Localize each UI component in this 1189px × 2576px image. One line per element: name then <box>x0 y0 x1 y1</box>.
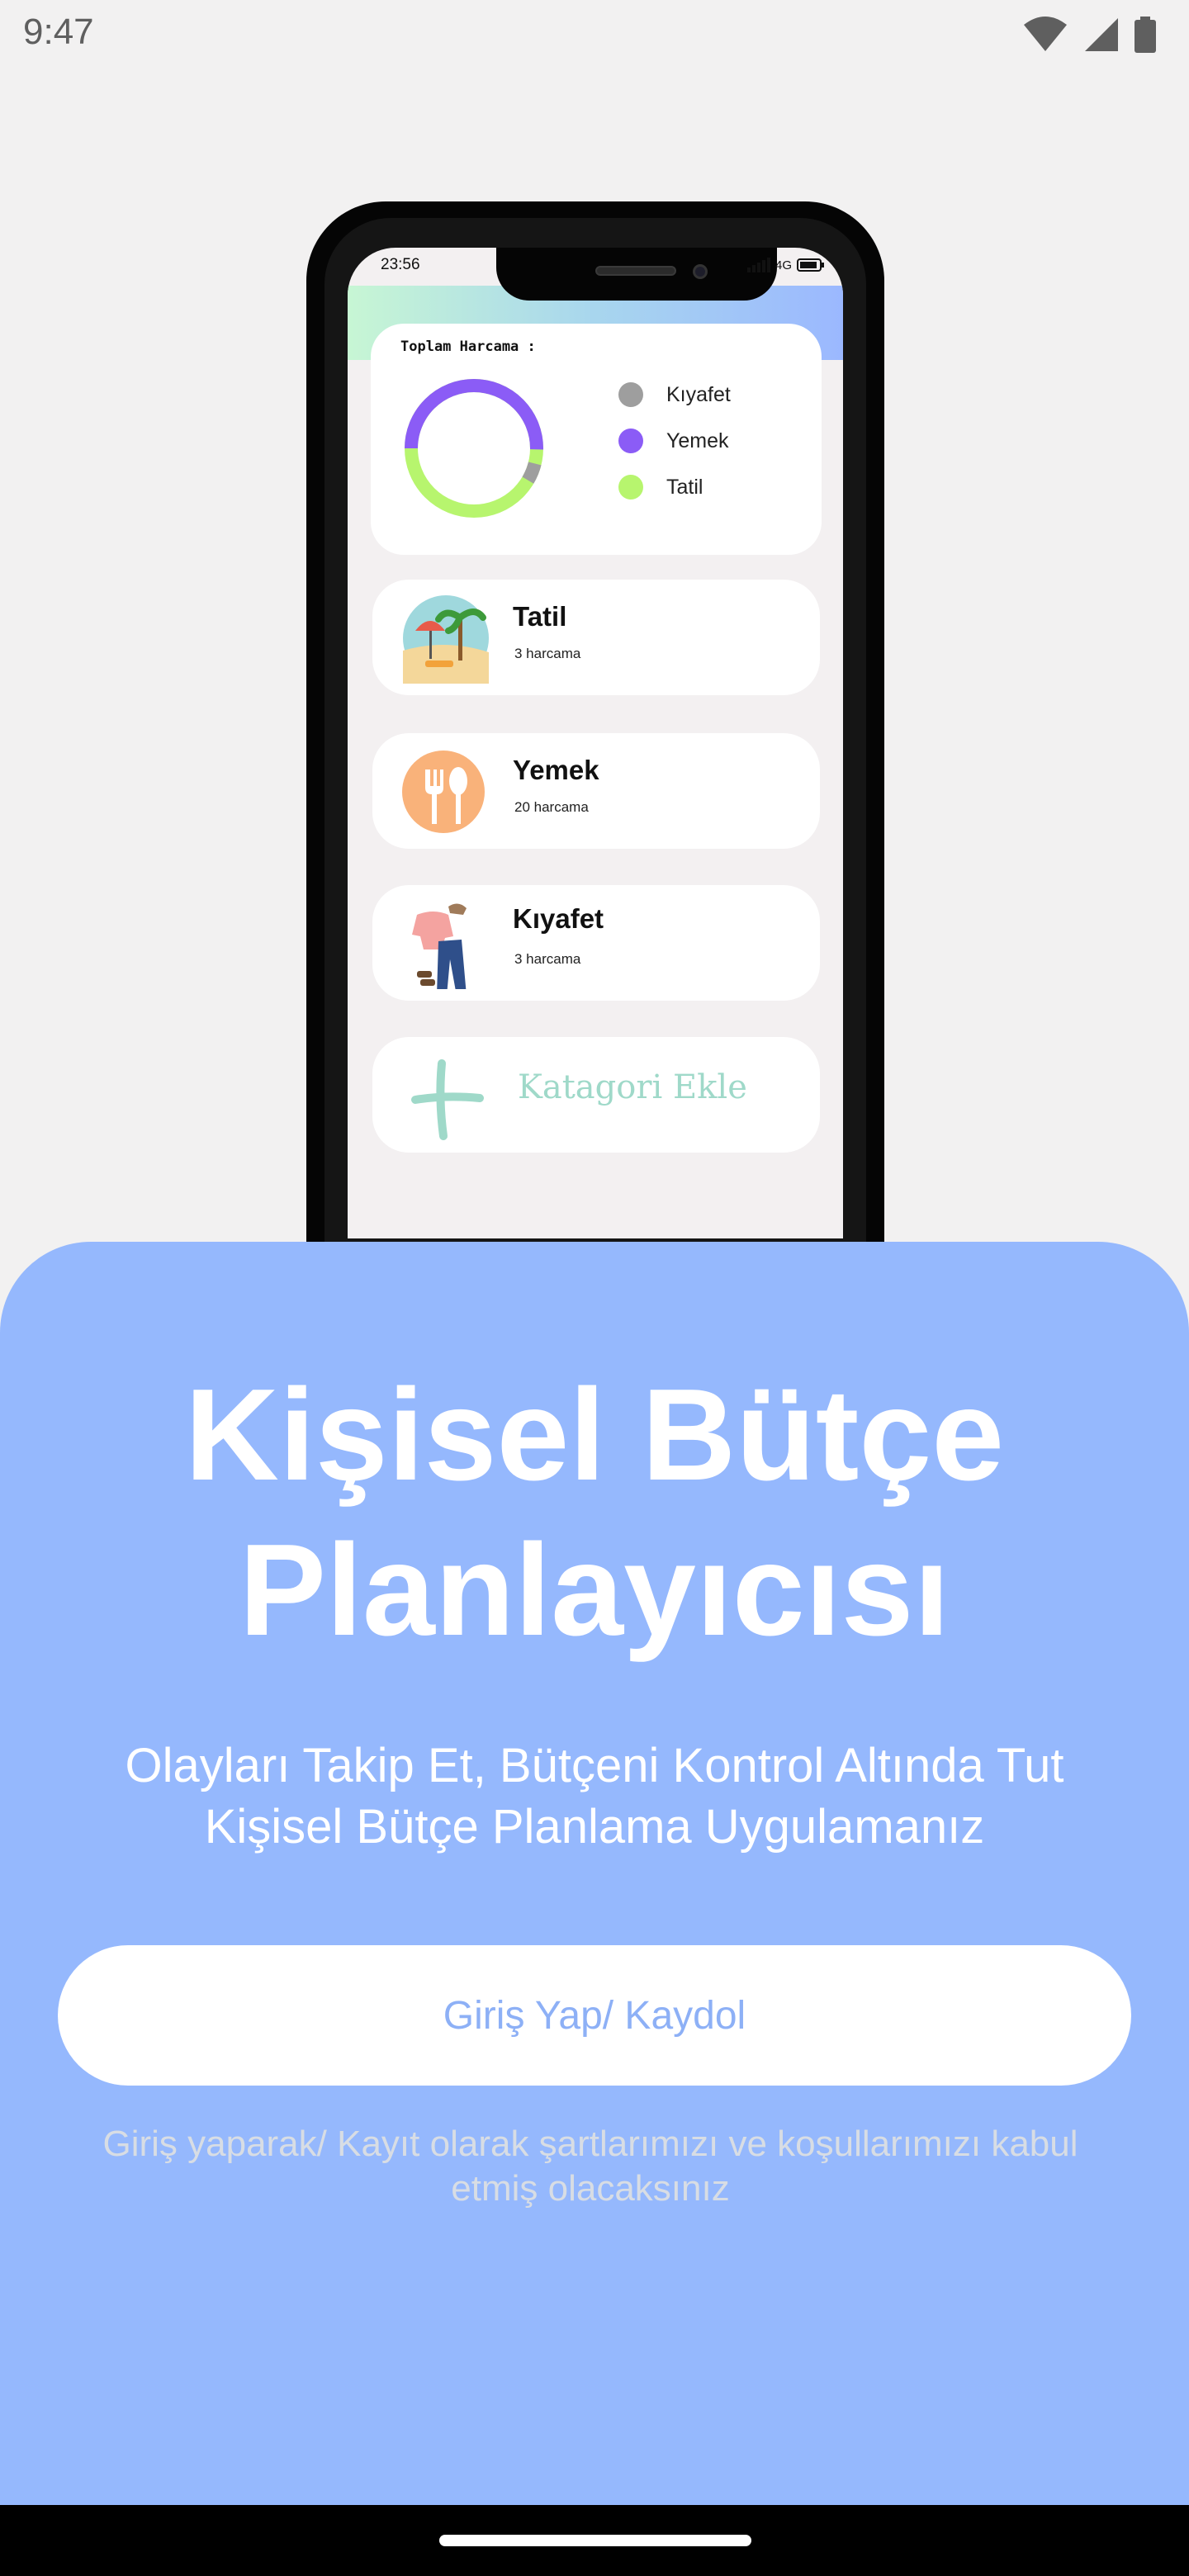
legend-label: Kıyafet <box>666 382 731 406</box>
mini-battery-icon <box>797 258 824 272</box>
home-gesture-handle[interactable] <box>439 2535 751 2546</box>
legend-dot-icon <box>618 475 643 500</box>
donut-legend: Kıyafet Yemek Tatil <box>618 372 731 510</box>
legend-dot-icon <box>618 382 643 407</box>
legend-dot-icon <box>618 429 643 453</box>
beach-icon <box>403 595 489 684</box>
category-card-tatil: Tatil 3 harcama <box>372 580 820 695</box>
phone-screen: 23:56 4G Toplam Harcama : Kıyafet Yemek … <box>348 248 843 1238</box>
subtitle-line1: Olayları Takip Et, Bütçeni Kontrol Altın… <box>125 1739 1064 1792</box>
category-card-yemek: Yemek 20 harcama <box>372 733 820 849</box>
category-card-kiyafet: Kıyafet 3 harcama <box>372 885 820 1001</box>
battery-icon <box>1135 17 1156 53</box>
clothes-icon <box>412 903 467 989</box>
network-label: 4G <box>775 258 792 272</box>
legend-item-tatil: Tatil <box>618 464 731 510</box>
signal-icon <box>1085 18 1118 51</box>
summary-card: Toplam Harcama : Kıyafet Yemek Tatil <box>371 324 822 555</box>
fork-spoon-icon <box>402 751 485 833</box>
summary-title: Toplam Harcama : <box>400 339 536 355</box>
category-count: 3 harcama <box>514 646 581 661</box>
category-name: Tatil <box>513 601 567 632</box>
add-category-card: Katagori Ekle <box>372 1037 820 1153</box>
legend-label: Tatil <box>666 475 703 499</box>
category-name: Kıyafet <box>513 903 604 934</box>
plus-icon <box>411 1059 484 1140</box>
signal-bars-icon <box>746 258 770 272</box>
status-icons <box>1022 17 1156 53</box>
camera-icon <box>693 264 708 279</box>
app-subtitle: Olayları Takip Et, Bütçeni Kontrol Altın… <box>50 1735 1139 1858</box>
status-time: 9:47 <box>23 12 94 52</box>
terms-line2: etmiş olacaksınız <box>451 2168 730 2209</box>
legend-label: Yemek <box>666 429 729 452</box>
terms-line1: Giriş yaparak/ Kayıt olarak şartlarımızı… <box>102 2124 1078 2164</box>
navigation-bar <box>0 2505 1189 2576</box>
category-count: 3 harcama <box>514 951 581 967</box>
category-name: Yemek <box>513 755 599 785</box>
spending-donut-chart <box>405 379 543 518</box>
terms-notice: Giriş yaparak/ Kayıt olarak şartlarımızı… <box>50 2122 1131 2211</box>
legend-item-yemek: Yemek <box>618 418 731 464</box>
add-category-label: Katagori Ekle <box>518 1068 747 1106</box>
speaker-grille <box>595 266 676 276</box>
status-bar: 9:47 <box>0 0 1189 69</box>
wifi-icon <box>1024 17 1067 51</box>
app-title-line2: Planlayıcısı <box>239 1518 950 1663</box>
phone-notch <box>496 248 777 301</box>
category-count: 20 harcama <box>514 799 589 815</box>
welcome-sheet: Kişisel Bütçe Planlayıcısı Olayları Taki… <box>0 1242 1189 2505</box>
login-register-button[interactable]: Giriş Yap/ Kaydol <box>58 1945 1131 2086</box>
legend-item-kiyafet: Kıyafet <box>618 372 731 418</box>
app-title: Kişisel Bütçe Planlayıcısı <box>0 1357 1189 1668</box>
subtitle-line2: Kişisel Bütçe Planlama Uygulamanız <box>204 1800 985 1854</box>
mockup-status-icons: 4G <box>746 258 825 272</box>
mockup-time: 23:56 <box>381 256 420 273</box>
app-title-line1: Kişisel Bütçe <box>184 1362 1005 1508</box>
phone-mockup: 23:56 4G Toplam Harcama : Kıyafet Yemek … <box>306 201 884 1291</box>
